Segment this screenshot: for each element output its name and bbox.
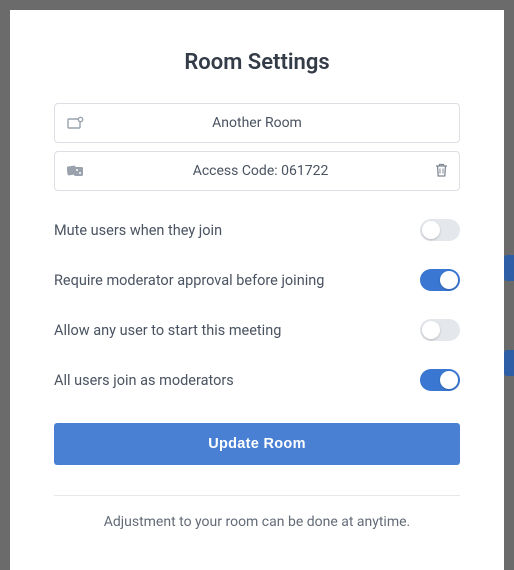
toggle-row-allmods: All users join as moderators — [54, 355, 460, 405]
moderator-approval-toggle[interactable] — [420, 269, 460, 291]
update-room-button[interactable]: Update Room — [54, 423, 460, 465]
toggle-label: Mute users when they join — [54, 222, 222, 239]
toggle-label: Allow any user to start this meeting — [54, 322, 281, 339]
divider — [54, 495, 460, 496]
toggle-label: Require moderator approval before joinin… — [54, 272, 324, 289]
room-icon — [65, 116, 87, 130]
any-user-start-toggle[interactable] — [420, 319, 460, 341]
footer-note: Adjustment to your room can be done at a… — [54, 514, 460, 530]
toggle-row-approval: Require moderator approval before joinin… — [54, 255, 460, 305]
access-code-field: Access Code: 061722 — [54, 151, 460, 191]
toggle-row-mute: Mute users when they join — [54, 205, 460, 255]
room-name-value: Another Room — [87, 115, 427, 131]
dice-icon[interactable] — [65, 163, 87, 179]
toggle-row-anystart: Allow any user to start this meeting — [54, 305, 460, 355]
toggle-label: All users join as moderators — [54, 372, 234, 389]
modal-title: Room Settings — [54, 50, 460, 75]
trash-icon — [434, 162, 449, 181]
room-settings-modal: Room Settings Another Room Access Code: … — [10, 10, 504, 570]
all-moderators-toggle[interactable] — [420, 369, 460, 391]
background-element — [504, 350, 514, 376]
room-name-field[interactable]: Another Room — [54, 103, 460, 143]
access-code-value: Access Code: 061722 — [87, 163, 434, 179]
background-element — [504, 255, 514, 281]
clear-access-code-button[interactable] — [434, 162, 449, 181]
mute-users-toggle[interactable] — [420, 219, 460, 241]
